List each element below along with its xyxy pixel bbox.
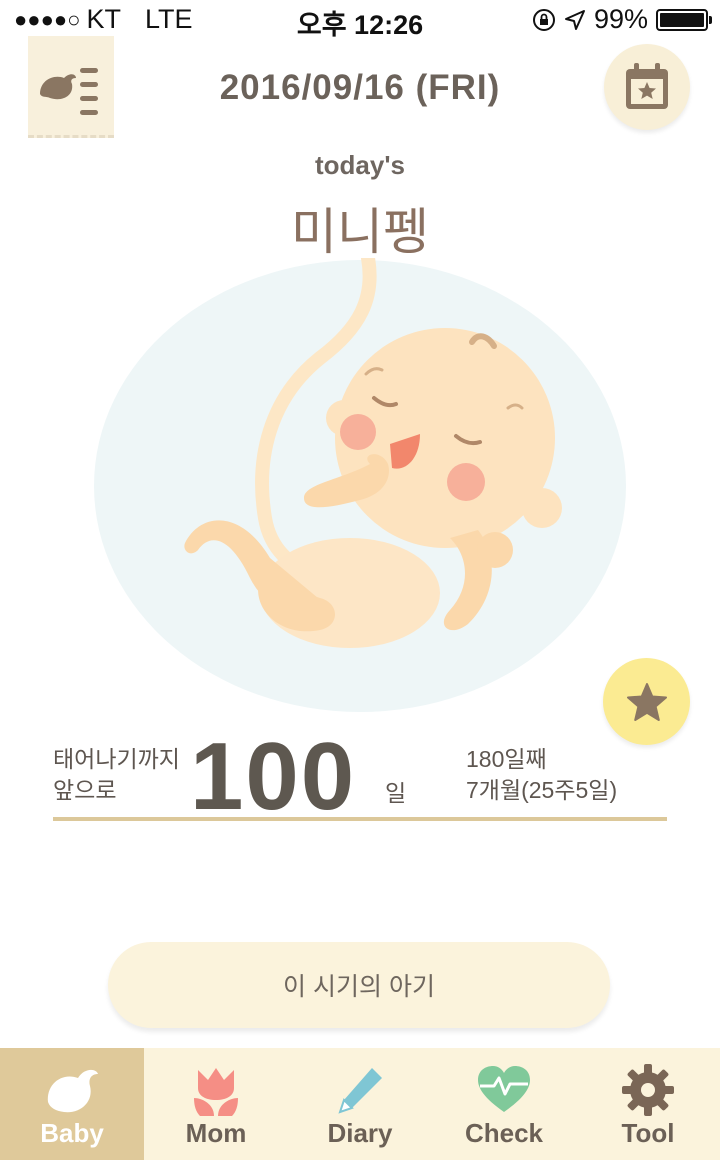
battery-percent: 99% [593,4,648,34]
calendar-button[interactable] [604,44,690,130]
calendar-star-icon [626,63,668,109]
tab-baby[interactable]: Baby [0,1048,144,1160]
location-icon [564,9,585,30]
menu-button[interactable] [28,36,114,138]
tab-diary[interactable]: Diary [288,1048,432,1160]
heartbeat-icon [478,1066,530,1112]
tulip-icon [194,1068,238,1116]
tab-label: Check [464,1118,544,1148]
baby-this-period-button[interactable]: 이 시기의 아기 [108,942,610,1028]
bird-icon [47,1069,98,1113]
battery-icon [656,8,712,31]
tab-bar: Baby Mom Diary Check Tool [0,1048,720,1160]
pencil-icon [338,1068,382,1114]
dday-label-line1: 태어나기까지 [53,746,180,772]
baby-name: 미니펭 [291,204,429,260]
tab-label: Diary [327,1118,393,1148]
tab-check[interactable]: Check [432,1048,576,1160]
tab-label: Baby [40,1118,104,1148]
tab-label: Mom [185,1118,247,1148]
pregnancy-days: 180일째 [466,746,547,772]
tab-tool[interactable]: Tool [576,1048,720,1160]
dday-label-line2: 앞으로 [53,777,117,803]
status-right: 99% [532,4,712,35]
tab-mom[interactable]: Mom [144,1048,288,1160]
tab-label: Tool [621,1118,675,1148]
divider [53,817,667,821]
todays-label: today's [315,150,405,180]
dday-count: 100 [190,723,357,830]
gear-icon [622,1064,674,1116]
bird-menu-icon [40,68,98,115]
pregnancy-months-weeks: 7개월(25주5일) [466,777,618,803]
dday-label: 태어나기까지 앞으로 [53,744,180,806]
fetus-illustration [94,258,626,712]
status-bar: ●●●●○ KT LTE 오후 12:26 99% [0,0,720,40]
star-icon [626,682,667,721]
rotation-lock-icon [532,8,555,31]
favorite-button[interactable] [603,658,690,745]
pregnancy-progress: 180일째 7개월(25주5일) [466,744,617,806]
current-date: 2016/09/16 (FRI) [219,68,501,107]
dday-unit: 일 [385,780,407,806]
